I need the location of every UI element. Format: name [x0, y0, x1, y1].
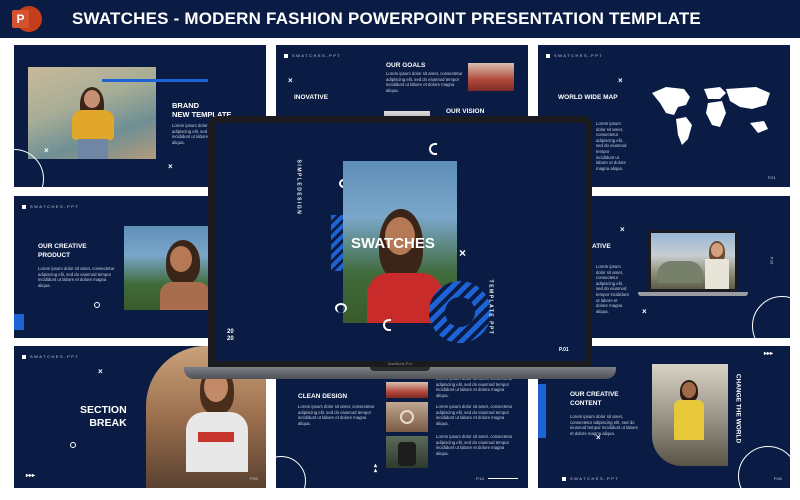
x-mark-icon: ×	[44, 146, 49, 155]
slide-body-text: Lorem ipsum dolor sit amet, consectetur …	[596, 264, 629, 314]
page-number: P.16	[769, 256, 775, 265]
x-mark-icon: ×	[620, 225, 625, 234]
x-mark-icon: ×	[98, 367, 103, 376]
x-mark-icon: ×	[596, 433, 601, 442]
x-mark-icon: ×	[288, 76, 293, 85]
slide-title: ATIVE	[592, 243, 611, 250]
right-vertical-text: TEMPLATE PPT	[487, 279, 494, 336]
slide-title: OUR GOALS	[386, 62, 426, 69]
page-number: P.21	[768, 175, 776, 180]
slide-body-text: Lorem ipsum dolor sit amet, consectetur …	[596, 121, 627, 171]
slide-body-text: Lorem ipsum dolor sit amet, consectetur …	[386, 71, 463, 93]
photo-accessory-1	[386, 382, 428, 398]
chevrons-up-icon: ▴ ▴	[374, 463, 378, 474]
photo-woman-car	[651, 233, 735, 289]
slide-title: OUR CREATIVE CONTENT	[570, 391, 619, 407]
slide-title: CLEAN DESIGN	[298, 393, 348, 400]
page-number: P.06	[774, 476, 782, 481]
slide-body-text: Lorem ipsum dolor sit amet, consectetur …	[436, 434, 513, 456]
chevrons-right-icon: ▸▸▸	[26, 473, 36, 479]
photo-girl-sky	[124, 226, 216, 310]
slide-subtitle: OUR VISION	[446, 108, 485, 115]
x-mark-icon: ×	[618, 76, 623, 85]
world-map-icon	[652, 87, 770, 145]
slide-cover[interactable]: SIMPLEDESIGN SWATCHES × TEMPLATE PPT 20 …	[215, 123, 585, 361]
photo-accessory-2	[386, 402, 428, 432]
page-number: P.01	[559, 347, 569, 353]
page-title: SWATCHES - MODERN FASHION POWERPOINT PRE…	[72, 9, 701, 28]
cover-year: 20 20	[227, 329, 234, 342]
slide-subtitle: INOVATIVE	[294, 94, 329, 101]
cover-title: SWATCHES	[351, 235, 435, 252]
photo-woman-bus	[652, 364, 728, 466]
slide-body-text: Lorem ipsum dolor sit amet, consectetur …	[436, 404, 513, 426]
photo-accessory-3	[386, 436, 428, 468]
x-mark-icon: ×	[168, 162, 173, 171]
brand-tag: SWATCHES-PPT	[546, 53, 603, 58]
x-mark-icon: ×	[642, 307, 647, 316]
page-number: P.09	[250, 476, 258, 481]
side-vertical-text: CHANGE THE WORLD	[734, 373, 742, 444]
brand-tag: SWATCHES-PPT	[22, 354, 79, 359]
left-vertical-text: SIMPLEDESIGN	[295, 159, 302, 216]
laptop-label: MacBook Pro	[387, 361, 412, 366]
slide-body-text: Lorem ipsum dolor sit amet, consectetur …	[38, 266, 115, 288]
brand-tag: SWATCHES-PPT	[562, 476, 619, 481]
page-number: P.13	[476, 476, 484, 481]
slide-title: SECTION BREAK	[80, 404, 127, 429]
slide-body-text: Lorem ipsum dolor sit amet, consectetur …	[436, 376, 512, 398]
slide-body-text: Lorem ipsum dolor sit amet, consectetur …	[570, 414, 639, 436]
slide-title: OUR CREATIVE PRODUCT	[38, 243, 87, 259]
photo-street	[468, 63, 514, 91]
x-mark-icon: ×	[459, 246, 467, 260]
brand-tag: SWATCHES-PPT	[284, 53, 341, 58]
powerpoint-icon: P	[12, 4, 42, 34]
brand-tag: SWATCHES-PPT	[22, 204, 79, 209]
slide-title: WORLD WIDE MAP	[558, 94, 618, 101]
header-bar: P SWATCHES - MODERN FASHION POWERPOINT P…	[0, 0, 800, 38]
slide-body-text: Lorem ipsum dolor sit amet, consectetur …	[298, 404, 375, 426]
laptop-notch	[370, 367, 430, 371]
chevrons-right-icon: ▸▸▸	[764, 351, 774, 357]
